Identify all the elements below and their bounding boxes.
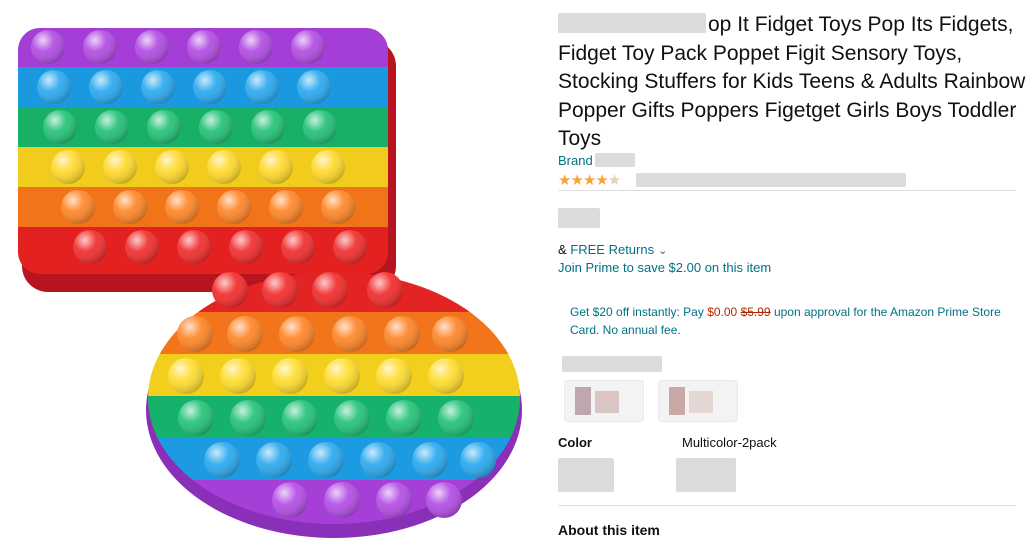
divider bbox=[558, 190, 1016, 191]
redacted-rating-text bbox=[636, 173, 906, 187]
free-returns-link[interactable]: FREE Returns bbox=[570, 242, 654, 257]
redacted-option-header bbox=[562, 356, 662, 372]
about-this-item-heading: About this item bbox=[558, 522, 660, 538]
variant-swatch[interactable] bbox=[658, 380, 738, 422]
returns-row: & FREE Returns ⌄ bbox=[558, 242, 667, 257]
rating-row[interactable]: ★★★★★ bbox=[558, 171, 1028, 189]
ampersand-text: & bbox=[558, 242, 571, 257]
redacted-price bbox=[558, 208, 600, 228]
product-details: op It Fidget Toys Pop Its Fidgets, Fidge… bbox=[558, 0, 1028, 548]
color-label: Color bbox=[558, 435, 592, 450]
brand-label: Brand bbox=[558, 153, 593, 168]
redacted-brand bbox=[594, 153, 635, 167]
promo-lead: Get $20 off instantly: Pay bbox=[570, 305, 708, 319]
redacted-text bbox=[558, 13, 706, 33]
promo-old-price: $5.99 bbox=[740, 305, 771, 319]
divider bbox=[558, 505, 1016, 506]
product-image[interactable] bbox=[0, 0, 545, 548]
redacted-selector[interactable] bbox=[676, 458, 736, 492]
pop-it-toys-image bbox=[18, 28, 522, 538]
variant-swatch[interactable] bbox=[564, 380, 644, 422]
promo-pay-amount: $0.00 bbox=[707, 305, 738, 319]
chevron-down-icon[interactable]: ⌄ bbox=[658, 245, 667, 257]
star-rating-icon[interactable]: ★★★★★ bbox=[558, 172, 621, 189]
join-prime-link[interactable]: Join Prime to save $2.00 on this item bbox=[558, 260, 771, 275]
redacted-selector[interactable] bbox=[558, 458, 614, 492]
product-title[interactable]: op It Fidget Toys Pop Its Fidgets, Fidge… bbox=[558, 11, 1026, 154]
round-pop-it bbox=[146, 272, 522, 538]
product-title-text: op It Fidget Toys Pop Its Fidgets, Fidge… bbox=[558, 13, 1026, 151]
color-value: Multicolor-2pack bbox=[682, 435, 777, 450]
card-promo[interactable]: Get $20 off instantly: Pay $0.00 $5.99 u… bbox=[570, 303, 1020, 339]
square-pop-it bbox=[18, 28, 396, 292]
brand-link[interactable]: Brand bbox=[558, 153, 635, 168]
